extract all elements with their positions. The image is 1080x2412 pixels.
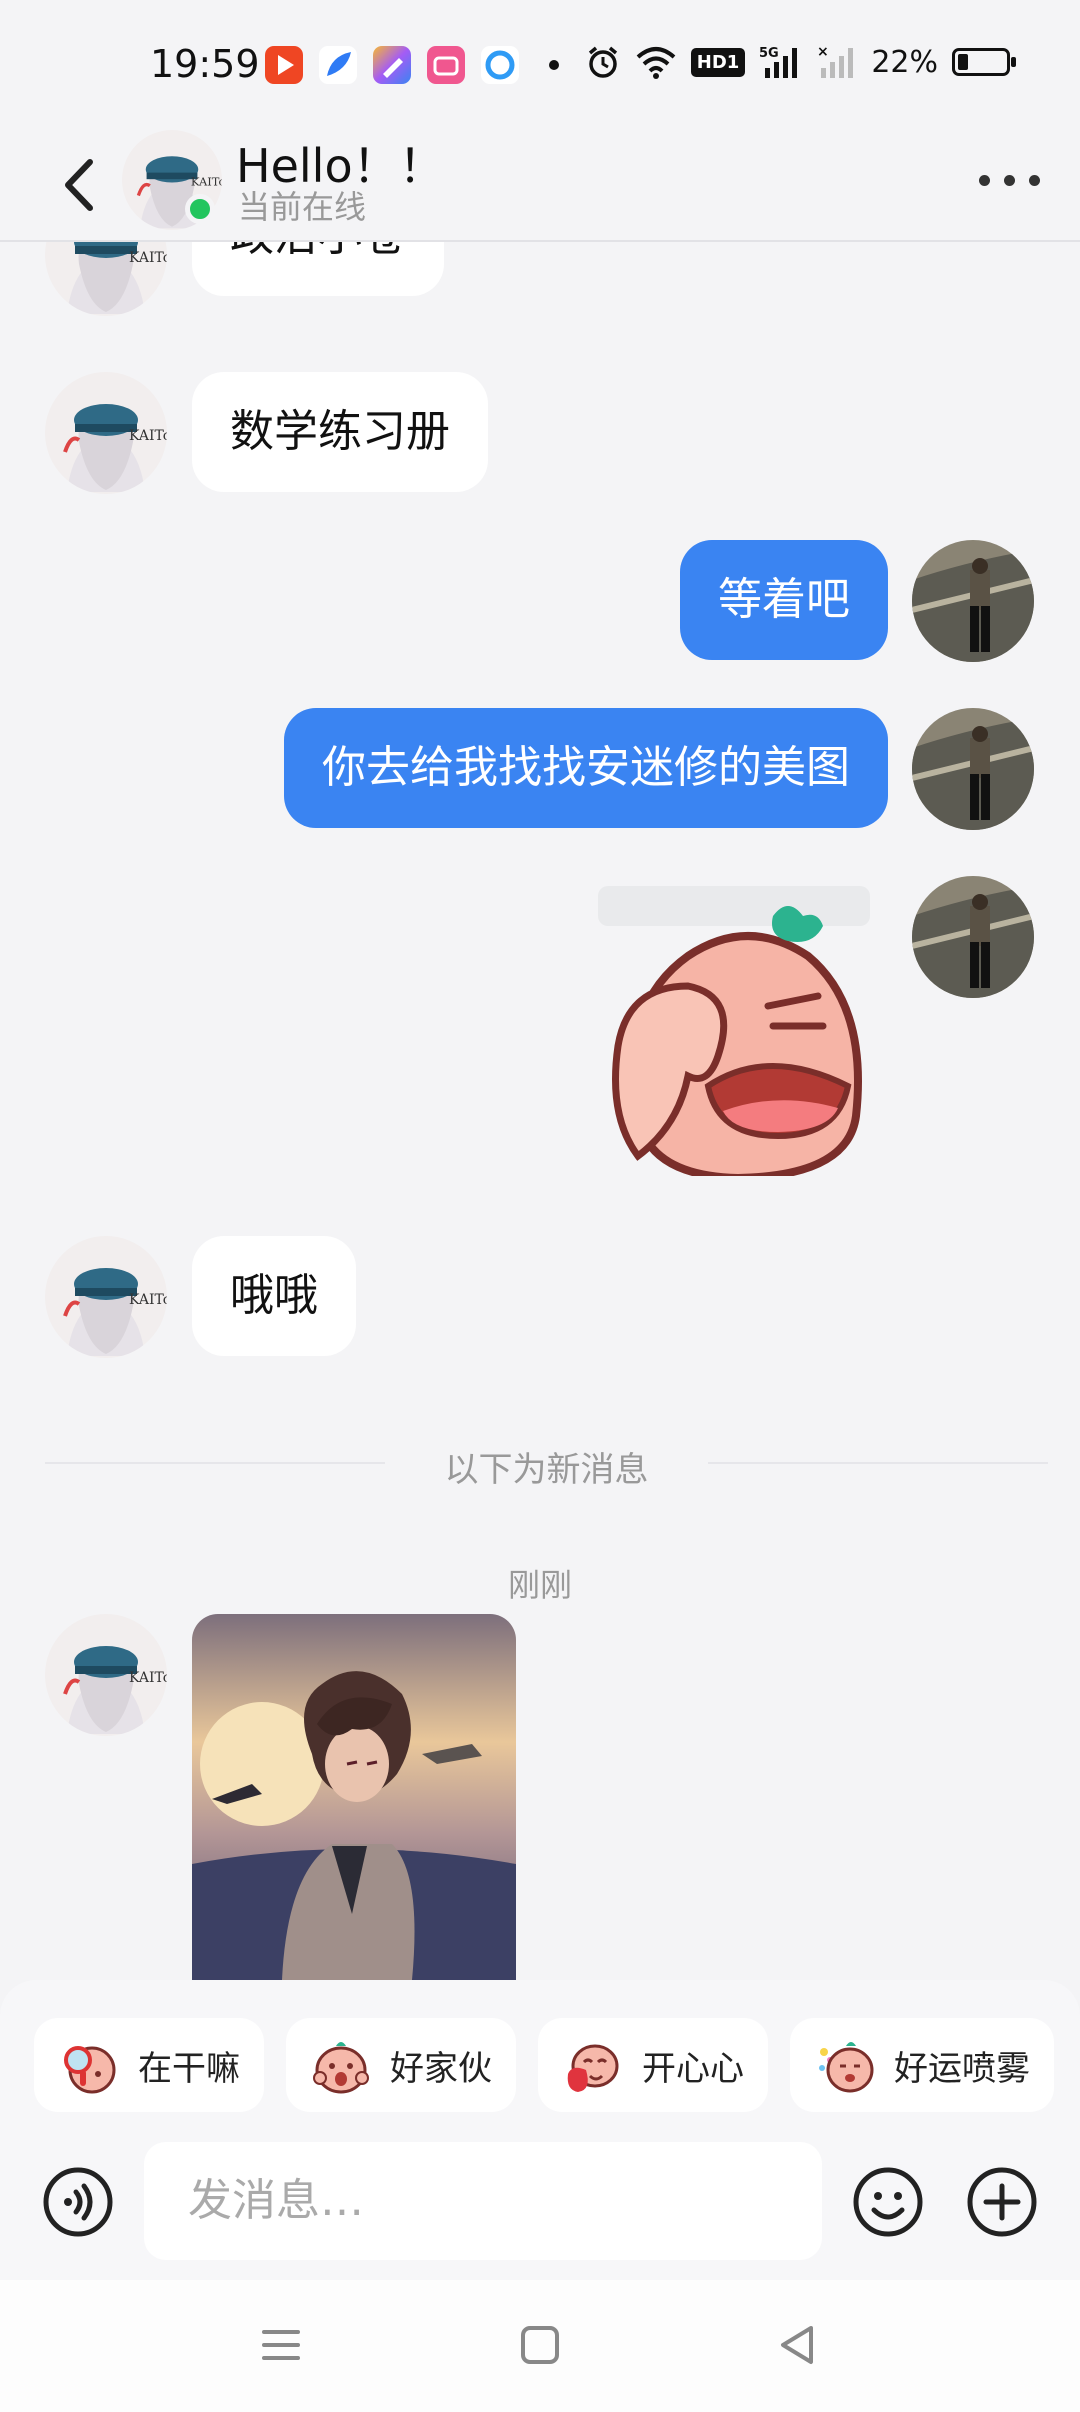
svg-text:×: × (817, 44, 829, 60)
alarm-icon (588, 46, 617, 78)
contact-avatar[interactable]: KAITo (45, 372, 167, 494)
status-bar: 19:59 HD1 5G × 22% (0, 0, 1080, 130)
bilibili-icon (427, 46, 465, 84)
message-bubble-incoming[interactable]: 数学练习册 (192, 372, 488, 492)
video-app-icon (265, 46, 303, 84)
quick-reply-label: 好家伙 (390, 2048, 492, 2089)
battery-percent: 22% (871, 44, 938, 80)
new-messages-label: 以下为新消息 (444, 1450, 649, 1490)
anime-character-image[interactable] (192, 1614, 516, 1980)
happy-sticker-icon (567, 2044, 619, 2092)
svg-text:KAITo: KAITo (191, 175, 222, 189)
message-timestamp: 刚刚 (507, 1566, 572, 1604)
plus-icon[interactable] (966, 2166, 1038, 2238)
pen-app-icon (373, 46, 411, 84)
user-avatar[interactable] (912, 708, 1034, 830)
new-messages-divider: 以下为新消息 (45, 1442, 1048, 1490)
message-bubble-incoming[interactable]: 政治小卷 (192, 242, 444, 296)
more-notifications-dot (549, 60, 559, 70)
quick-reply-label: 在干嘛 (138, 2048, 240, 2089)
signal-5g-icon: 5G (759, 46, 798, 78)
shocked-sticker-icon (313, 2042, 369, 2094)
user-avatar[interactable] (912, 540, 1034, 662)
message-list[interactable]: KAITo 政治小卷 KAITo 数学练习册 等着吧 你去给我找找安迷修的美图 … (0, 242, 1080, 1980)
svg-text:5G: 5G (759, 46, 779, 61)
quick-reply-label: 开心心 (642, 2048, 744, 2089)
status-time: 19:59 (150, 42, 260, 86)
home-square-icon[interactable] (515, 2320, 565, 2370)
composer-panel: 在干嘛 好家伙 开心心 好运喷雾 发消息… (0, 1980, 1080, 2280)
feather-app-icon (319, 46, 357, 84)
voice-icon[interactable] (42, 2166, 114, 2238)
quick-reply-chip[interactable]: 开心心 (538, 2018, 768, 2112)
user-avatar[interactable] (912, 876, 1034, 998)
menu-icon[interactable] (256, 2320, 306, 2370)
quick-reply-chip[interactable]: 好运喷雾 (790, 2018, 1054, 2112)
notification-icons (265, 46, 559, 84)
browser-icon (481, 46, 519, 84)
status-indicators: HD1 5G × 22% (585, 44, 1016, 80)
message-input[interactable]: 发消息… (144, 2142, 822, 2260)
battery-level (958, 54, 968, 70)
svg-text:KAITo: KAITo (129, 1292, 167, 1308)
svg-text:KAITo: KAITo (129, 428, 167, 444)
svg-text:KAITo: KAITo (129, 1670, 167, 1686)
svg-text:KAITo: KAITo (129, 250, 167, 266)
contact-avatar[interactable]: KAITo (45, 242, 167, 316)
back-chevron-icon[interactable] (50, 150, 110, 220)
quick-reply-label: 好运喷雾 (894, 2048, 1030, 2089)
quick-reply-chip[interactable]: 在干嘛 (34, 2018, 264, 2112)
message-bubble-incoming[interactable]: 哦哦 (192, 1236, 356, 1356)
quick-reply-bar: 在干嘛 好家伙 开心心 好运喷雾 (34, 2018, 1054, 2112)
more-dots-icon[interactable] (979, 155, 1040, 206)
facepalm-sticker[interactable] (598, 886, 870, 1183)
online-status-text: 当前在线 (238, 188, 367, 226)
battery-icon (952, 48, 1016, 76)
quick-reply-chip[interactable]: 好家伙 (286, 2018, 516, 2112)
magnifier-sticker-icon (64, 2046, 116, 2094)
wifi-icon (636, 47, 676, 79)
online-status-dot (185, 194, 215, 224)
contact-avatar[interactable]: KAITo (45, 1614, 167, 1736)
emoji-icon[interactable] (852, 2166, 924, 2238)
message-bubble-outgoing[interactable]: 等着吧 (680, 540, 888, 660)
signal-off-icon: × (817, 44, 854, 78)
chat-header: KAITo Hello！！ 当前在线 (0, 130, 1080, 242)
system-nav-bar (0, 2280, 1080, 2412)
hd-badge: HD1 (690, 47, 746, 77)
message-bubble-outgoing[interactable]: 你去给我找找安迷修的美图 (284, 708, 888, 828)
lucky-spray-sticker-icon (819, 2042, 874, 2093)
back-triangle-icon[interactable] (773, 2320, 823, 2370)
contact-avatar[interactable]: KAITo (45, 1236, 167, 1358)
